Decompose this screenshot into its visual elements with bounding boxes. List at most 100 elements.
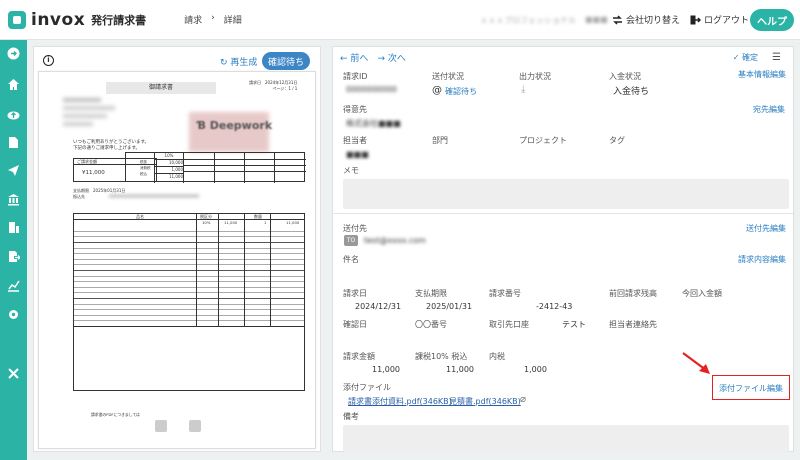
paperclip-icon[interactable]: ⌀ bbox=[520, 394, 526, 405]
send-status-label: 送付状況 bbox=[432, 72, 464, 81]
logo-mark-icon bbox=[8, 10, 26, 29]
arrow-circle-icon[interactable] bbox=[7, 47, 20, 60]
due-date-value: 2025/01/31 bbox=[426, 302, 473, 311]
info-icon[interactable]: i bbox=[43, 55, 54, 66]
document-icon[interactable] bbox=[7, 136, 20, 149]
menu-icon[interactable]: ☰ bbox=[772, 52, 781, 63]
doc-date-label: 請求日 bbox=[249, 80, 261, 85]
tax-summary-col: 10% 10,000 1,000 11,000 bbox=[154, 153, 184, 183]
memo-label: メモ bbox=[343, 166, 359, 175]
send-status-value[interactable]: 確認待ち bbox=[445, 86, 477, 97]
doc-date: 2024年12月31日 bbox=[265, 80, 298, 85]
basic-info-edit-link[interactable]: 基本情報編集 bbox=[738, 69, 786, 80]
switch-company-label: 会社切り替え bbox=[626, 16, 681, 26]
attachment-file-2[interactable]: 見積書.pdf(346KB) bbox=[449, 396, 521, 407]
remark-field[interactable] bbox=[343, 425, 789, 452]
regenerate-button[interactable]: ↻ 再生成 bbox=[220, 55, 257, 68]
breadcrumb-separator: › bbox=[211, 13, 215, 23]
tax: 1,000 bbox=[155, 167, 183, 174]
send-to-edit-link[interactable]: 送付先編集 bbox=[746, 223, 786, 234]
logo[interactable]: invox 発行請求書 bbox=[8, 10, 146, 30]
send-icon[interactable] bbox=[7, 164, 20, 177]
memo-field[interactable] bbox=[343, 179, 789, 209]
refresh-icon: ↻ bbox=[220, 58, 228, 68]
owner-value: ■■■ bbox=[346, 150, 369, 159]
due-label: 支払期限 bbox=[73, 188, 89, 193]
tools-icon[interactable] bbox=[7, 367, 20, 380]
next-button[interactable]: → 次へ bbox=[377, 51, 405, 64]
blurred-address-3 bbox=[63, 122, 93, 126]
doc-greeting: いつもご利用ありがとうございます。 下記の通りご請求申し上げます。 bbox=[73, 140, 149, 152]
subject-label: 件名 bbox=[343, 255, 359, 264]
breadcrumb-invoice[interactable]: 請求 bbox=[184, 13, 202, 26]
switch-company-button[interactable]: 会社切り替え bbox=[612, 13, 680, 26]
tax-labels: 税抜 消費税 税込 bbox=[140, 159, 151, 177]
sidebar bbox=[0, 40, 27, 460]
breadcrumb-detail: 詳細 bbox=[223, 16, 242, 26]
taxable-label: 課税10% 税込 bbox=[415, 352, 468, 361]
page-prev-button[interactable] bbox=[155, 420, 167, 432]
customer-value: 株式会社■■■ bbox=[346, 119, 401, 128]
tax-rate: 10% bbox=[155, 153, 183, 160]
customer-label: 得意先 bbox=[343, 105, 367, 114]
invoice-number-value: -2412-43 bbox=[536, 302, 573, 311]
invoice-date-label: 請求日 bbox=[343, 289, 367, 298]
section-divider bbox=[333, 213, 793, 214]
bank-icon[interactable] bbox=[7, 193, 20, 206]
download-icon[interactable]: ⤓ bbox=[521, 84, 525, 95]
output-status-label: 出力状況 bbox=[519, 72, 551, 81]
regenerate-label: 再生成 bbox=[230, 58, 258, 68]
help-button[interactable]: ヘルプ bbox=[750, 9, 794, 31]
chart-icon[interactable] bbox=[7, 279, 20, 292]
logout-button[interactable]: ログアウト bbox=[690, 13, 749, 26]
bank-account-label: 取引先口座 bbox=[489, 320, 529, 329]
prev-balance-label: 前回請求残高 bbox=[609, 289, 657, 298]
invoice-document: 御請求書 請求日 2024年12月31日 ページ：1 / 1 Ɓ Deepwor… bbox=[38, 71, 316, 449]
confirm-button[interactable]: ✓ 確定 bbox=[733, 52, 758, 63]
notes-box bbox=[74, 326, 304, 390]
home-icon[interactable] bbox=[7, 78, 20, 91]
invoice-date-value: 2024/12/31 bbox=[355, 302, 402, 311]
total-label: 税込 bbox=[140, 172, 147, 176]
logo-text: invox bbox=[31, 9, 86, 30]
confirm-date-label: 確認日 bbox=[343, 320, 367, 329]
invoice-id-label: 請求ID bbox=[343, 72, 368, 81]
blurred-recipient bbox=[63, 98, 101, 102]
doc-page: ページ：1 / 1 bbox=[272, 86, 298, 91]
amount-value: 11,000 bbox=[372, 365, 400, 374]
gear-icon[interactable] bbox=[7, 308, 20, 321]
attachment-file-1[interactable]: 請求書添付資料.pdf(346KB) bbox=[348, 396, 452, 407]
address-edit-link[interactable]: 宛先編集 bbox=[753, 104, 785, 115]
logout-icon bbox=[690, 15, 701, 24]
prev-button[interactable]: ← 前へ bbox=[340, 51, 368, 64]
due-value: 2025年01月31日 bbox=[93, 188, 126, 193]
logo-subtitle: 発行請求書 bbox=[91, 13, 147, 27]
content-edit-link[interactable]: 請求内容編集 bbox=[738, 254, 786, 265]
cloud-upload-icon[interactable] bbox=[7, 108, 20, 121]
logout-label: ログアウト bbox=[704, 16, 750, 26]
current-payment-label: 今回入金額 bbox=[682, 289, 722, 298]
next-label: 次へ bbox=[387, 54, 406, 64]
switch-icon bbox=[613, 14, 622, 25]
tag-label: タグ bbox=[609, 136, 625, 145]
blurred-address bbox=[63, 106, 115, 110]
payment-status-label: 入金状況 bbox=[609, 72, 641, 81]
export-icon[interactable] bbox=[7, 250, 21, 263]
confirm-label: 確定 bbox=[742, 53, 758, 62]
doc-footer: 請求書のPDFにつきましては bbox=[91, 412, 140, 417]
at-icon: @ bbox=[432, 85, 442, 96]
building-icon[interactable] bbox=[7, 221, 20, 234]
bank-label: 振込先 bbox=[73, 194, 85, 199]
user-name: ■■■ bbox=[585, 15, 608, 24]
send-to-value: test@xxxx.com bbox=[364, 236, 426, 245]
prev-label: 前へ bbox=[350, 54, 369, 64]
project-label: プロジェクト bbox=[519, 136, 567, 145]
page-next-button[interactable] bbox=[189, 420, 201, 432]
blurred-address-2 bbox=[63, 114, 107, 118]
attachment-edit-link[interactable]: 添付ファイル編集 bbox=[719, 383, 783, 394]
tax-summary-table: 10% 10,000 1,000 11,000 税抜 消費税 税込 bbox=[125, 152, 306, 183]
owner-label: 担当者 bbox=[343, 136, 367, 145]
blurred-bank bbox=[109, 194, 199, 198]
total: 11,000 bbox=[169, 174, 183, 179]
payment-status-value: 入金待ち bbox=[613, 87, 650, 97]
